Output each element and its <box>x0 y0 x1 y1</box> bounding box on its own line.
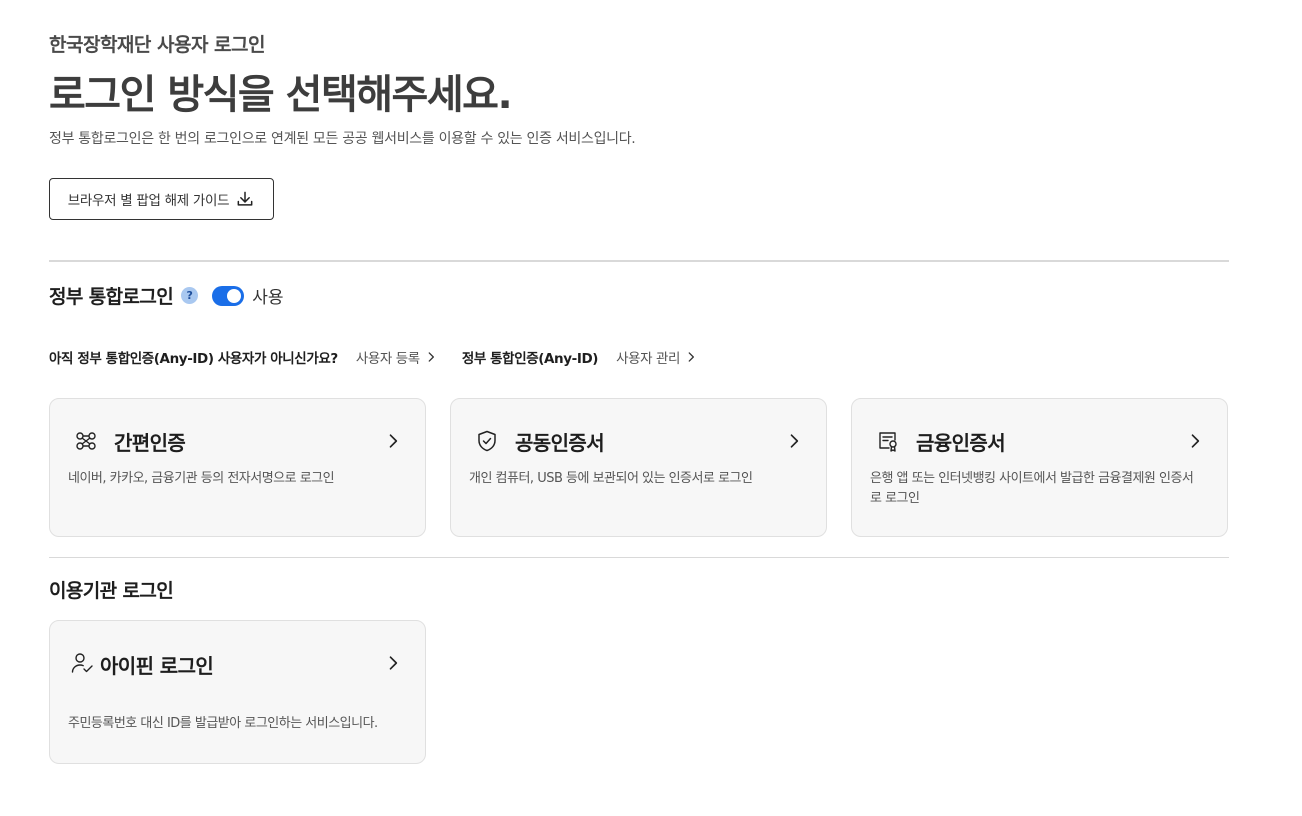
gov-login-title: 정부 통합로그인 <box>49 286 174 308</box>
card-description: 네이버, 카카오, 금융기관 등의 전자서명으로 로그인 <box>68 471 335 486</box>
page-description: 정부 통합로그인은 한 번의 로그인으로 연계된 모든 공공 웹서비스를 이용할… <box>49 131 636 147</box>
chevron-right-icon <box>688 352 695 362</box>
section-divider <box>49 557 1229 558</box>
register-link[interactable]: 사용자 등록 <box>356 347 438 367</box>
certificate-icon <box>879 432 897 452</box>
chevron-right-icon <box>790 434 799 448</box>
card-description: 개인 컴퓨터, USB 등에 보관되어 있는 인증서로 로그인 <box>469 471 753 486</box>
toggle-label: 사용 <box>252 288 284 308</box>
ipin-login-card[interactable]: 아이핀 로그인 주민등록번호 대신 ID를 발급받아 로그인하는 서비스입니다. <box>49 620 426 764</box>
gov-login-header: 정부 통합로그인 ? 사용 <box>49 282 283 309</box>
help-icon[interactable]: ? <box>181 287 199 304</box>
anyid-links-row: 아직 정부 통합인증(Any-ID) 사용자가 아니신가요? 사용자 등록 정부… <box>49 347 698 367</box>
card-description: 은행 앱 또는 인터넷뱅킹 사이트에서 발급한 금융결제원 인증서로 로그인 <box>870 471 1194 506</box>
gov-login-toggle[interactable] <box>212 285 245 306</box>
card-description: 주민등록번호 대신 ID를 발급받아 로그인하는 서비스입니다. <box>68 716 378 731</box>
register-link-label: 사용자 등록 <box>355 351 420 367</box>
simple-auth-card[interactable]: 간편인증 네이버, 카카오, 금융기관 등의 전자서명으로 로그인 <box>49 398 426 537</box>
popup-guide-label: 브라우저 별 팝업 해제 가이드 <box>67 193 230 209</box>
card-title: 아이핀 로그인 <box>100 654 214 678</box>
download-icon <box>237 191 253 206</box>
chevron-right-icon <box>1191 434 1200 448</box>
agency-login-title: 이용기관 로그인 <box>49 580 174 602</box>
financial-cert-card[interactable]: 금융인증서 은행 앱 또는 인터넷뱅킹 사이트에서 발급한 금융결제원 인증서로… <box>851 398 1228 537</box>
toggle-knob <box>227 288 242 303</box>
anyid-label: 정부 통합인증(Any-ID) <box>461 351 599 367</box>
card-title: 금융인증서 <box>916 431 1006 455</box>
chevron-right-icon <box>428 352 434 362</box>
page-title: 로그인 방식을 선택해주세요. <box>49 72 513 118</box>
manage-link-label: 사용자 관리 <box>616 351 681 367</box>
popup-guide-button[interactable]: 브라우저 별 팝업 해제 가이드 <box>49 178 274 220</box>
manage-link[interactable]: 사용자 관리 <box>616 347 698 367</box>
simple-auth-icon <box>76 432 96 450</box>
anyid-prompt: 아직 정부 통합인증(Any-ID) 사용자가 아니신가요? <box>49 351 338 367</box>
chevron-right-icon <box>389 434 398 448</box>
org-title: 한국장학재단 사용자 로그인 <box>49 34 266 56</box>
card-title: 간편인증 <box>114 431 186 455</box>
shield-check-icon <box>478 430 496 452</box>
section-divider <box>49 260 1229 262</box>
gov-login-cards: 간편인증 네이버, 카카오, 금융기관 등의 전자서명으로 로그인 공동인증서 … <box>49 398 1228 537</box>
card-title: 공동인증서 <box>515 431 605 455</box>
chevron-right-icon <box>389 656 398 670</box>
joint-cert-card[interactable]: 공동인증서 개인 컴퓨터, USB 등에 보관되어 있는 인증서로 로그인 <box>450 398 827 537</box>
user-check-icon <box>71 653 93 673</box>
